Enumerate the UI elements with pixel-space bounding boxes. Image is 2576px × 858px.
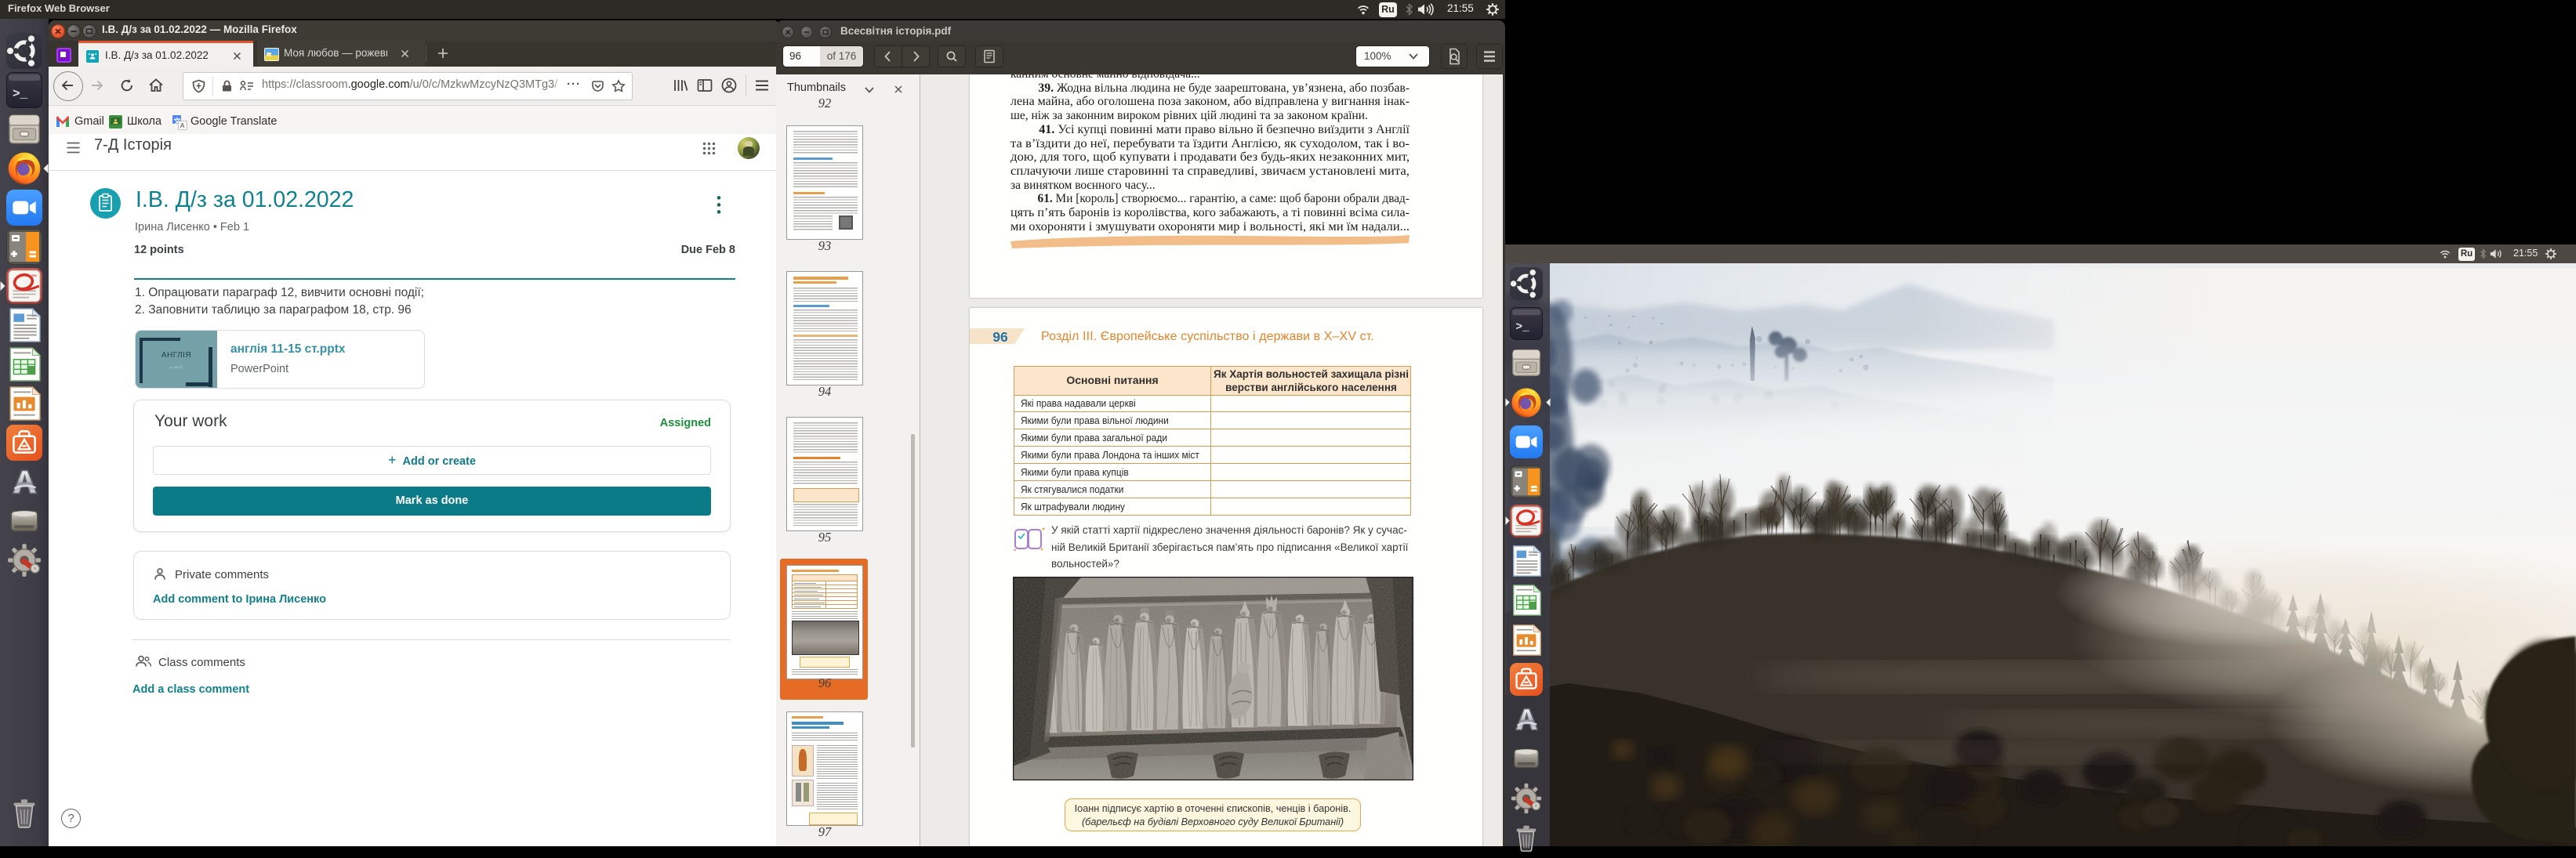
svg-text:>_: >_ — [13, 87, 28, 101]
svg-text:>_: >_ — [1515, 321, 1529, 334]
